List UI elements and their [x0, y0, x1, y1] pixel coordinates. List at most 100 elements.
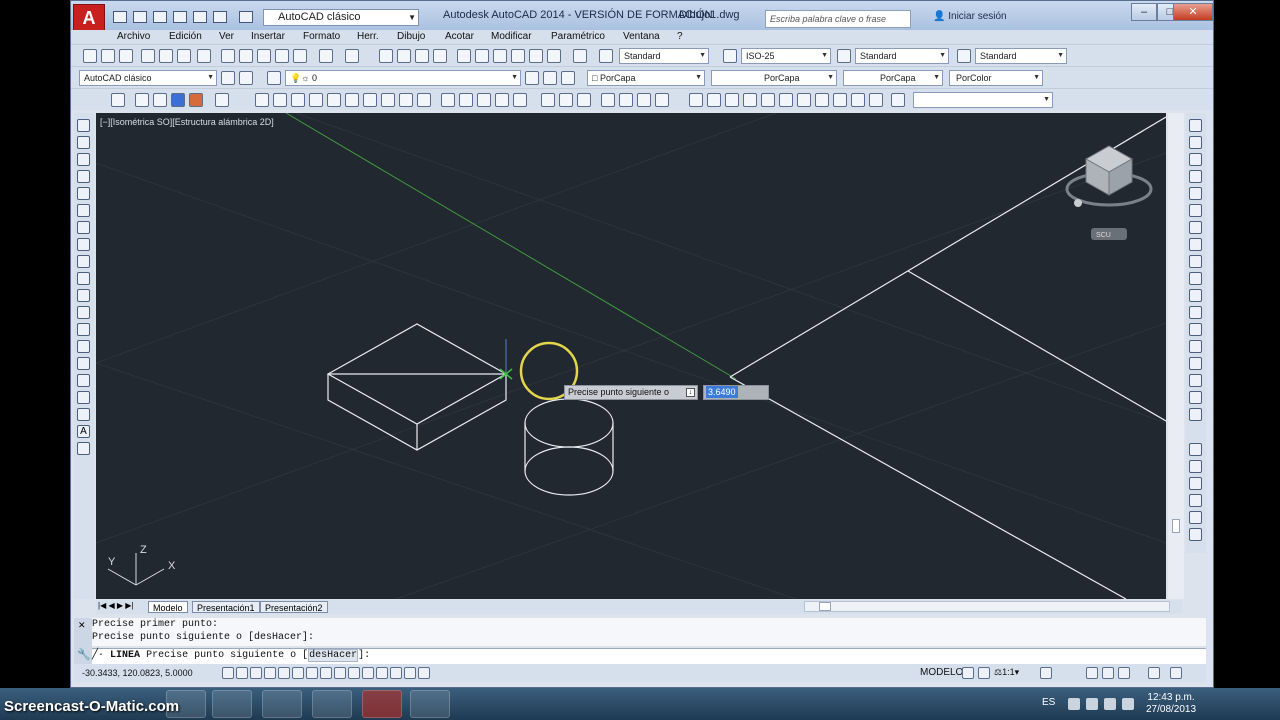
layer-select[interactable]: 💡☼ 0 ▼: [285, 70, 521, 86]
new-icon[interactable]: [113, 11, 127, 23]
polygon-icon[interactable]: [77, 170, 90, 183]
make-block-icon[interactable]: [77, 323, 90, 336]
box-icon[interactable]: [273, 93, 287, 107]
hscroll-thumb[interactable]: [819, 602, 831, 611]
open-icon[interactable]: [101, 49, 115, 63]
options-arrow-icon[interactable]: ↓: [686, 388, 695, 397]
table-style-select[interactable]: Standard ▼: [855, 48, 949, 64]
paste-icon[interactable]: [257, 49, 271, 63]
dynamic-input-icon[interactable]: [348, 667, 360, 679]
save-icon[interactable]: [119, 49, 133, 63]
menu-help[interactable]: ?: [677, 31, 683, 42]
network-icon[interactable]: [1104, 698, 1116, 710]
layer-manager-icon[interactable]: [267, 71, 281, 85]
extract-edges-icon[interactable]: [689, 93, 703, 107]
sphere-icon[interactable]: [327, 93, 341, 107]
dynamic-input-value-field[interactable]: 3.6490: [703, 385, 769, 400]
cone-icon[interactable]: [309, 93, 323, 107]
menu-formato[interactable]: Formato: [303, 31, 340, 42]
quick-properties-icon[interactable]: [390, 667, 402, 679]
insert-block-icon[interactable]: [77, 306, 90, 319]
language-indicator[interactable]: ES: [1042, 697, 1055, 708]
line-icon[interactable]: [77, 119, 90, 132]
close-button[interactable]: ✕: [1173, 3, 1213, 21]
properties-icon[interactable]: [457, 49, 471, 63]
union-icon[interactable]: [541, 93, 555, 107]
subtract-icon[interactable]: [559, 93, 573, 107]
break-icon[interactable]: [1189, 323, 1202, 336]
quick-view-drawings-icon[interactable]: [978, 667, 990, 679]
object-snap-icon[interactable]: [292, 667, 304, 679]
3d-align-icon[interactable]: [637, 93, 651, 107]
linetype-select[interactable]: PorCapa ▼: [711, 70, 837, 86]
screen-capture-taskbar-icon[interactable]: [410, 690, 450, 718]
text-style-icon[interactable]: [599, 49, 613, 63]
menu-ver[interactable]: Ver: [219, 31, 234, 42]
help-icon[interactable]: [573, 49, 587, 63]
search-input[interactable]: Escriba palabra clave o frase: [765, 10, 911, 28]
torus-icon[interactable]: [363, 93, 377, 107]
join-icon[interactable]: [1189, 340, 1202, 353]
revcloud-icon[interactable]: [77, 238, 90, 251]
table-style-icon[interactable]: [837, 49, 851, 63]
text-style-select[interactable]: Standard ▼: [619, 48, 709, 64]
3d-move-icon[interactable]: [601, 93, 615, 107]
publish-icon[interactable]: [177, 49, 191, 63]
send-back-icon[interactable]: [1189, 477, 1202, 490]
zoom-icon[interactable]: [891, 93, 905, 107]
menu-archivo[interactable]: Archivo: [117, 31, 150, 42]
extrude-icon[interactable]: [441, 93, 455, 107]
wedge-icon[interactable]: [291, 93, 305, 107]
clean-screen-icon[interactable]: [1170, 667, 1182, 679]
menu-edicion[interactable]: Edición: [169, 31, 202, 42]
quick-view-layouts-icon[interactable]: [962, 667, 974, 679]
tool-palettes-icon[interactable]: [493, 49, 507, 63]
lock-toolbar-icon[interactable]: [1102, 667, 1114, 679]
table-icon[interactable]: [77, 408, 90, 421]
intersect-icon[interactable]: [577, 93, 591, 107]
app-taskbar-icon[interactable]: [312, 690, 352, 718]
ortho-mode-icon[interactable]: [264, 667, 276, 679]
autocad-taskbar-icon[interactable]: [362, 690, 402, 718]
3d-object-snap-icon[interactable]: [306, 667, 318, 679]
flag-icon[interactable]: [1086, 698, 1098, 710]
bring-front-icon[interactable]: [1189, 460, 1202, 473]
open-icon[interactable]: [133, 11, 147, 23]
scroll-thumb[interactable]: [1172, 519, 1180, 533]
separate-icon[interactable]: [869, 93, 883, 107]
break-at-point-icon[interactable]: [1189, 306, 1202, 319]
region-icon[interactable]: [77, 391, 90, 404]
extend-icon[interactable]: [1189, 289, 1202, 302]
offset-icon[interactable]: [1189, 170, 1202, 183]
wireframe-3d-icon[interactable]: [153, 93, 167, 107]
menu-herr[interactable]: Herr.: [357, 31, 379, 42]
markup-icon[interactable]: [529, 49, 543, 63]
add-selected-icon[interactable]: [77, 442, 90, 455]
make-current-icon[interactable]: [525, 71, 539, 85]
tab-presentacion2[interactable]: Presentación2: [260, 601, 328, 613]
send-under-icon[interactable]: [1189, 511, 1202, 524]
zoom-realtime-icon[interactable]: [397, 49, 411, 63]
pan-icon[interactable]: [379, 49, 393, 63]
arc-icon[interactable]: [77, 204, 90, 217]
spline-icon[interactable]: [77, 255, 90, 268]
loft-icon[interactable]: [513, 93, 527, 107]
volume-icon[interactable]: [1122, 698, 1134, 710]
presspull-icon[interactable]: [459, 93, 473, 107]
circle-icon[interactable]: [77, 221, 90, 234]
copy-object-icon[interactable]: [1189, 136, 1202, 149]
minimize-button[interactable]: –: [1131, 3, 1157, 21]
layer-previous-icon[interactable]: [543, 71, 557, 85]
shell-icon[interactable]: [851, 93, 865, 107]
chamfer-icon[interactable]: [1189, 357, 1202, 370]
tab-presentacion1[interactable]: Presentación1: [192, 601, 260, 613]
3d-array-icon[interactable]: [655, 93, 669, 107]
horizontal-scrollbar[interactable]: [804, 601, 1170, 612]
tab-modelo[interactable]: Modelo: [148, 601, 188, 613]
model-space-toggle[interactable]: MODELO: [920, 667, 963, 678]
color-select[interactable]: □ PorCapa ▼: [587, 70, 705, 86]
zoom-previous-icon[interactable]: [433, 49, 447, 63]
dim-style-select[interactable]: ISO-25 ▼: [741, 48, 831, 64]
command-option-deshacer[interactable]: desHacer: [308, 649, 359, 662]
menu-dibujo[interactable]: Dibujo: [397, 31, 425, 42]
